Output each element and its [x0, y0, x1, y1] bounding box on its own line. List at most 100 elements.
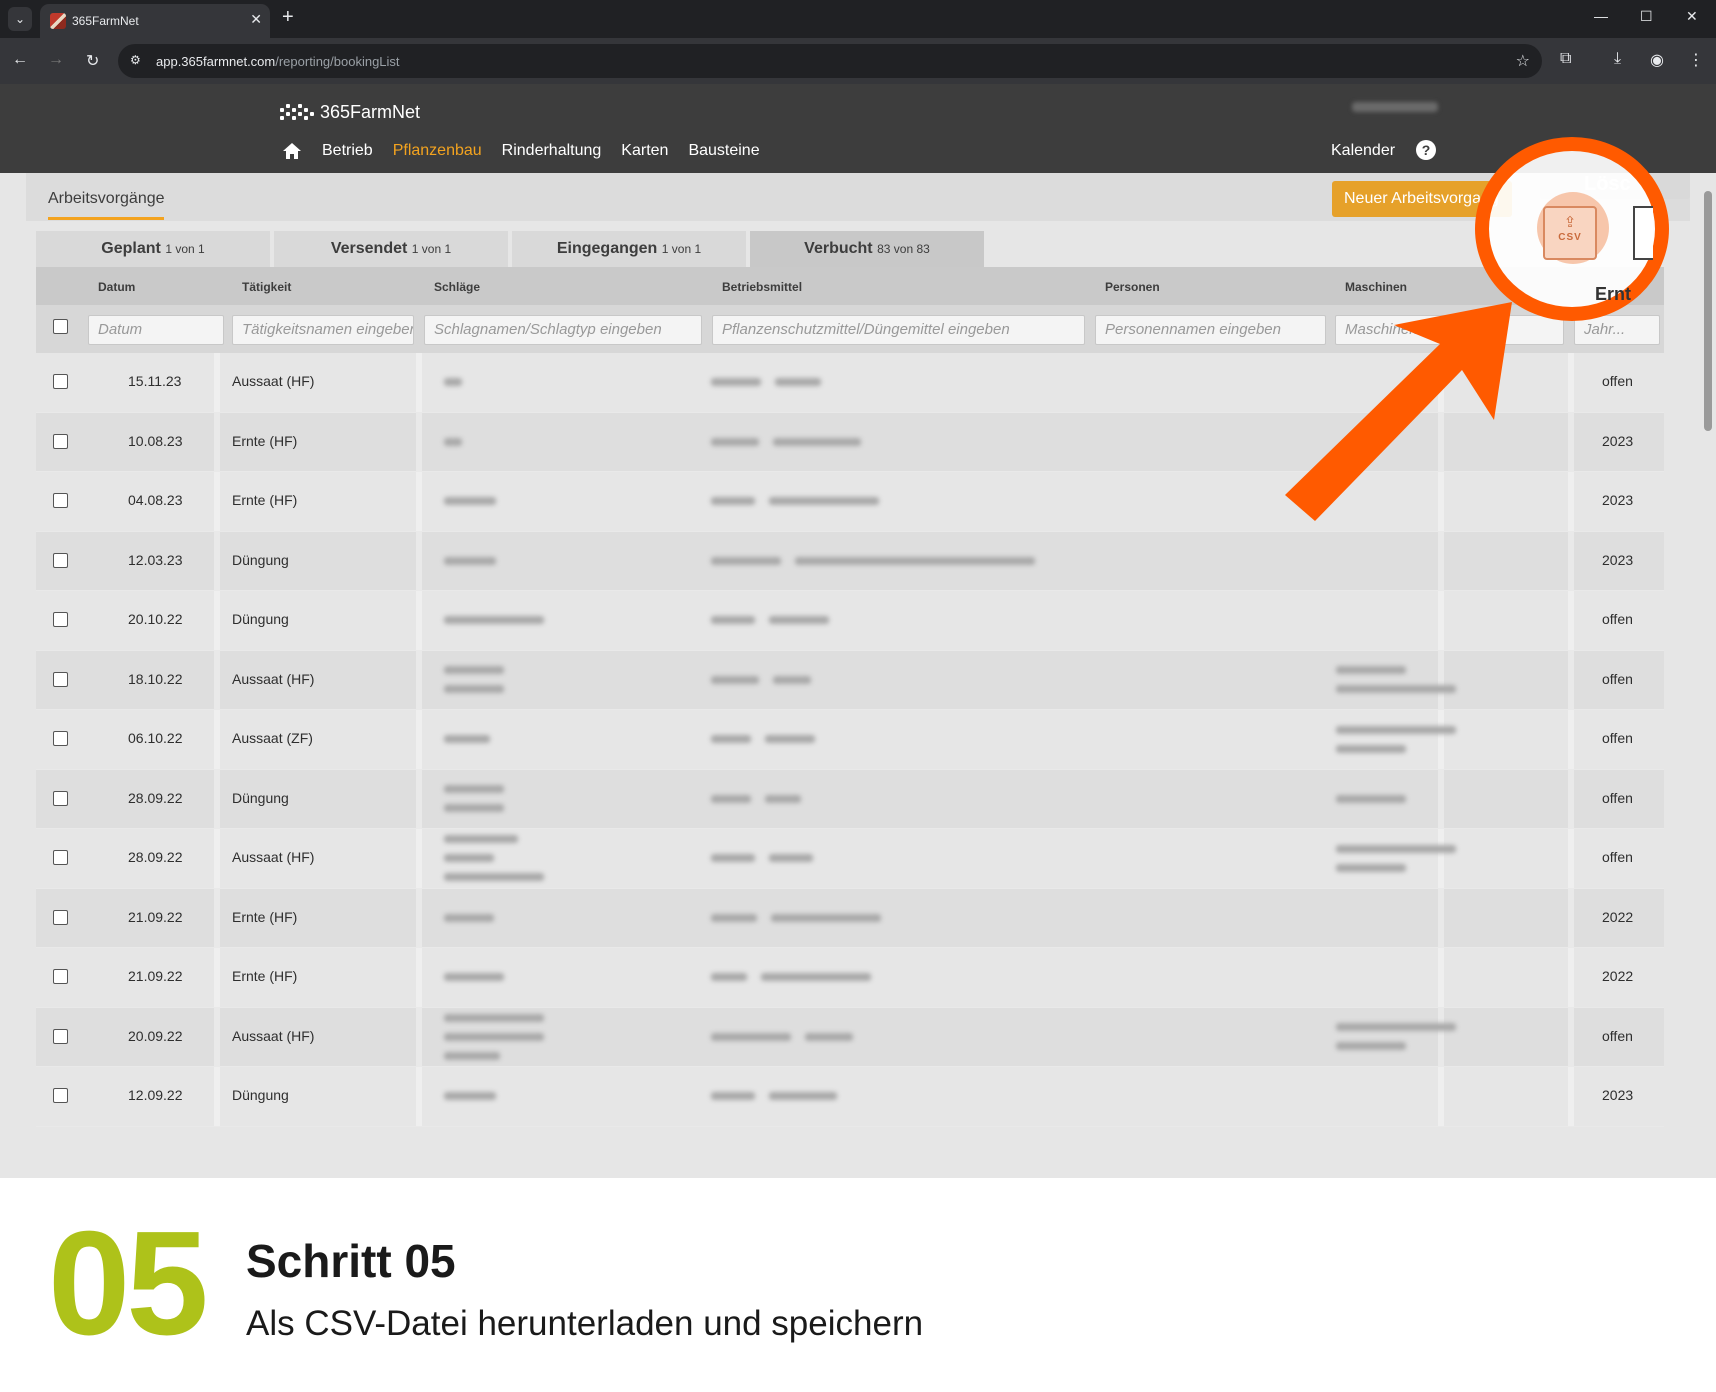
- help-icon[interactable]: ?: [1416, 140, 1436, 160]
- header-ernte[interactable]: Ernt: [1595, 284, 1631, 305]
- schlag-filter-input[interactable]: Schlagnamen/Schlagtyp eingeben: [424, 315, 702, 345]
- redacted-schlag: [444, 735, 490, 743]
- page-title[interactable]: Arbeitsvorgänge: [48, 190, 165, 208]
- row-datum: 21.09.22: [128, 968, 183, 984]
- extensions-icon[interactable]: ⧉: [1560, 50, 1571, 68]
- column-divider: [416, 650, 422, 709]
- nav-item-karten[interactable]: Karten: [621, 142, 668, 160]
- table-row[interactable]: 10.08.23 Ernte (HF) 2023: [36, 412, 1664, 472]
- row-checkbox[interactable]: [53, 552, 68, 568]
- row-checkbox[interactable]: [53, 850, 68, 865]
- csv-export-button[interactable]: ⇪ CSV: [1543, 206, 1597, 260]
- user-name-blurred[interactable]: [1352, 102, 1438, 112]
- nav-item-betrieb[interactable]: Betrieb: [322, 142, 373, 160]
- redacted-betriebsmittel: [761, 973, 871, 981]
- row-checkbox[interactable]: [53, 433, 68, 449]
- table-row[interactable]: 21.09.22 Ernte (HF) 2022: [36, 888, 1664, 948]
- row-taetigkeit: Ernte (HF): [232, 908, 298, 925]
- table-row[interactable]: 28.09.22 Düngung offen: [36, 769, 1664, 829]
- row-checkbox[interactable]: [53, 790, 68, 806]
- page-scrollbar[interactable]: [1700, 173, 1716, 1178]
- step-number: 05: [48, 1201, 209, 1366]
- nav-item-pflanzenbau[interactable]: Pflanzenbau: [393, 142, 482, 160]
- redacted-betriebsmittel: [769, 497, 879, 505]
- table-row[interactable]: 12.09.22 Düngung 2023: [36, 1067, 1664, 1127]
- row-checkbox[interactable]: [53, 493, 68, 508]
- row-taetigkeit: Aussaat (HF): [232, 670, 315, 687]
- app-header: 365FarmNet Betrieb Pflanzenbau Rinderhal…: [0, 84, 1716, 173]
- nav-item-rinderhaltung[interactable]: Rinderhaltung: [502, 142, 602, 160]
- row-checkbox[interactable]: [53, 612, 68, 627]
- header-personen[interactable]: Personen: [1105, 280, 1160, 294]
- table-row[interactable]: 06.10.22 Aussaat (ZF) offen: [36, 710, 1664, 770]
- nav-item-kalender[interactable]: Kalender: [1331, 142, 1395, 160]
- home-icon[interactable]: [282, 142, 302, 160]
- new-tab-plus-icon[interactable]: +: [282, 6, 294, 29]
- table-row[interactable]: 20.10.22 Düngung offen: [36, 591, 1664, 651]
- reload-icon[interactable]: ↻: [86, 51, 99, 71]
- header-schlaege[interactable]: Schläge: [434, 280, 480, 294]
- scrollbar-thumb[interactable]: [1704, 191, 1712, 431]
- redacted-betriebsmittel: [711, 437, 759, 446]
- row-datum: 10.08.23: [128, 432, 183, 449]
- tab-versendet[interactable]: Versendet 1 von 1: [274, 231, 508, 267]
- header-datum[interactable]: Datum: [98, 280, 135, 294]
- maximize-icon[interactable]: ☐: [1640, 8, 1653, 25]
- row-checkbox[interactable]: [53, 731, 68, 746]
- menu-kebab-icon[interactable]: ⋮: [1688, 50, 1704, 70]
- tab-verbucht[interactable]: Verbucht 83 von 83: [750, 231, 984, 267]
- row-taetigkeit: Düngung: [232, 551, 289, 568]
- tab-eingegangen[interactable]: Eingegangen 1 von 1: [512, 231, 746, 267]
- maschinen-filter-input[interactable]: Maschinen eingeben: [1335, 315, 1564, 345]
- minimize-icon[interactable]: —: [1594, 8, 1608, 24]
- redacted-schlag: [444, 378, 462, 386]
- tab-search-chevron-icon[interactable]: ⌄: [8, 7, 32, 31]
- table-row[interactable]: 15.11.23 Aussaat (HF) offen: [36, 353, 1664, 413]
- tab-geplant[interactable]: Geplant 1 von 1: [36, 231, 270, 267]
- betriebsmittel-filter-input[interactable]: Pflanzenschutzmittel/Düngemittel eingebe…: [712, 315, 1085, 345]
- row-checkbox[interactable]: [53, 374, 68, 389]
- row-checkbox[interactable]: [53, 909, 68, 925]
- row-ernte-status: 2023: [1602, 1087, 1634, 1103]
- table-row[interactable]: 04.08.23 Ernte (HF) 2023: [36, 472, 1664, 532]
- window-close-icon[interactable]: ✕: [1686, 8, 1698, 25]
- personen-filter-input[interactable]: Personennamen eingeben: [1095, 315, 1326, 345]
- forward-arrow-icon[interactable]: →: [48, 51, 64, 69]
- browser-tab[interactable]: 365FarmNet ✕: [40, 4, 270, 38]
- redacted-betriebsmittel: [773, 675, 811, 684]
- table-row[interactable]: 12.03.23 Düngung 2023: [36, 531, 1664, 591]
- profile-icon[interactable]: ◉: [1650, 50, 1664, 70]
- back-arrow-icon[interactable]: ←: [12, 51, 28, 69]
- row-ernte-status: 2022: [1602, 968, 1634, 984]
- column-divider: [1438, 948, 1444, 1007]
- row-datum: 20.09.22: [128, 1027, 183, 1044]
- row-checkbox[interactable]: [53, 671, 68, 687]
- bookmark-star-icon[interactable]: ☆: [1516, 51, 1530, 71]
- header-maschinen[interactable]: Maschinen: [1345, 280, 1407, 294]
- url-text[interactable]: app.365farmnet.com/reporting/bookingList: [156, 54, 400, 69]
- datum-filter-input[interactable]: Datum: [88, 315, 224, 345]
- row-checkbox[interactable]: [53, 1028, 68, 1044]
- table-row[interactable]: 18.10.22 Aussaat (HF) offen: [36, 650, 1664, 710]
- header-taetigkeit[interactable]: Tätigkeit: [242, 280, 291, 294]
- column-divider: [214, 1007, 220, 1066]
- table-row[interactable]: 21.09.22 Ernte (HF) 2022: [36, 948, 1664, 1008]
- select-all-checkbox[interactable]: [53, 319, 68, 334]
- next-toolbar-button[interactable]: [1633, 206, 1653, 260]
- address-bar[interactable]: ⚙ app.365farmnet.com/reporting/bookingLi…: [118, 44, 1542, 78]
- redacted-maschine: [1336, 725, 1456, 734]
- site-info-icon[interactable]: ⚙: [130, 53, 141, 67]
- row-checkbox[interactable]: [53, 1088, 68, 1103]
- redacted-schlag: [444, 973, 504, 981]
- nav-item-bausteine[interactable]: Bausteine: [688, 142, 759, 160]
- farmnet-logo[interactable]: 365FarmNet: [278, 100, 420, 124]
- table-row[interactable]: 28.09.22 Aussaat (HF) offen: [36, 829, 1664, 889]
- close-icon[interactable]: ✕: [250, 11, 262, 28]
- column-divider: [1438, 829, 1444, 888]
- taetigkeit-filter-input[interactable]: Tätigkeitsnamen eingeben: [232, 315, 414, 345]
- download-icon[interactable]: ⤓: [1614, 50, 1621, 68]
- row-checkbox[interactable]: [53, 969, 68, 984]
- header-betriebsmittel[interactable]: Betriebsmittel: [722, 280, 802, 294]
- column-divider: [214, 888, 220, 947]
- table-row[interactable]: 20.09.22 Aussaat (HF) offen: [36, 1007, 1664, 1067]
